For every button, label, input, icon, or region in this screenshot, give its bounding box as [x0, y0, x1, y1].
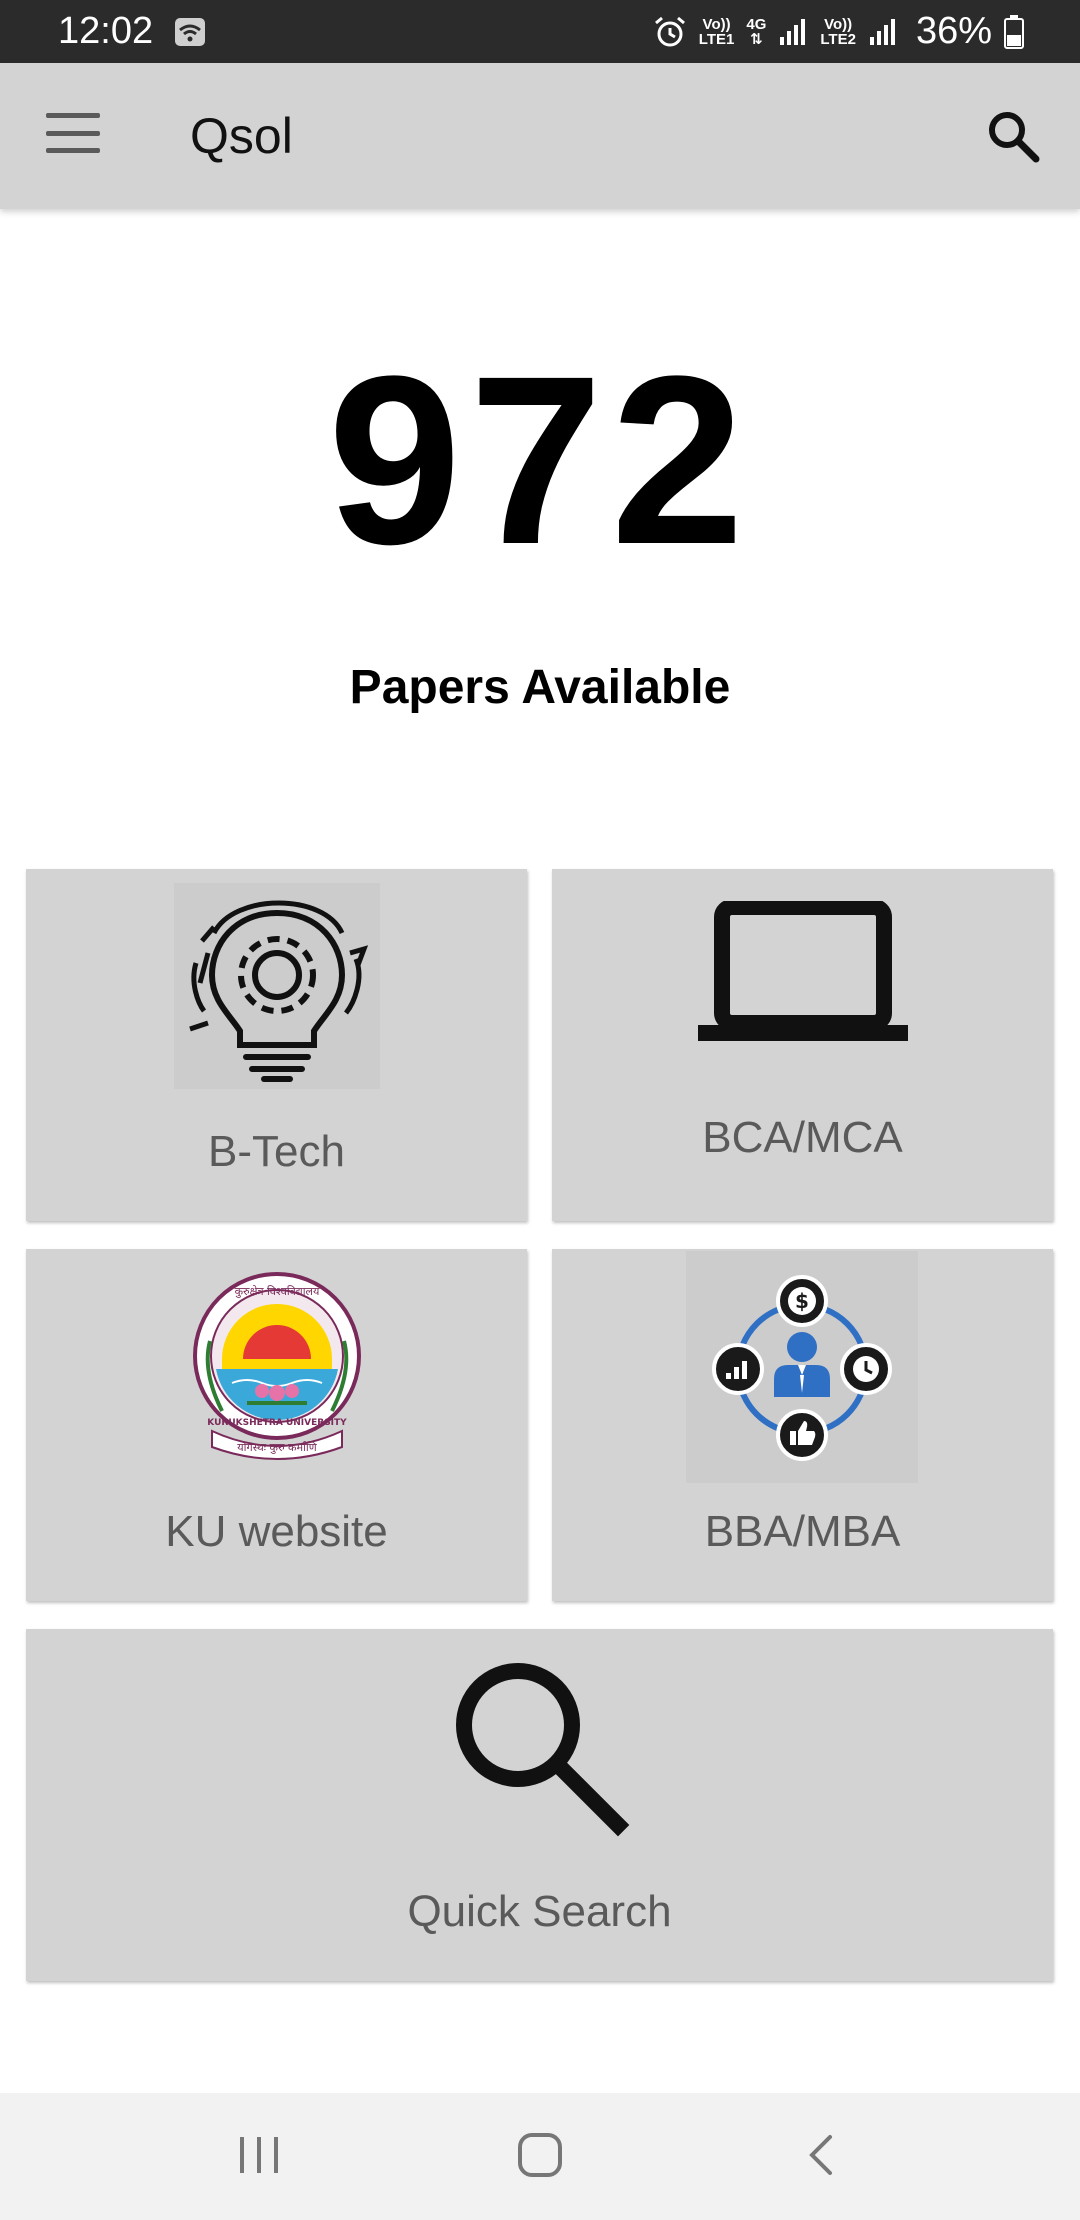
sim1-indicator: Vo)) LTE1 — [698, 15, 735, 48]
battery-percent: 36% — [915, 10, 992, 52]
recent-apps-icon[interactable] — [236, 2133, 282, 2177]
signal-icon — [780, 18, 806, 45]
search-icon — [456, 1663, 630, 1837]
svg-text:$: $ — [795, 1289, 809, 1313]
system-nav-bar — [0, 2093, 1080, 2220]
back-icon[interactable] — [800, 2133, 844, 2177]
lightbulb-gear-icon — [174, 883, 380, 1089]
sim2-indicator: Vo)) LTE2 — [820, 15, 856, 48]
tile-label: Quick Search — [407, 1887, 672, 1936]
papers-count: 972 — [327, 326, 753, 594]
home-icon[interactable] — [516, 2131, 564, 2179]
alarm-icon — [654, 16, 685, 46]
tile-label: BBA/MBA — [704, 1507, 901, 1556]
tile-label: KU website — [165, 1507, 388, 1556]
search-icon[interactable] — [986, 109, 1040, 163]
signal-icon — [869, 18, 895, 45]
battery-icon — [1004, 14, 1024, 49]
tile-bba-mba[interactable]: $ BBA/MBA — [552, 1249, 1053, 1601]
app-bar: Qsol — [0, 63, 1080, 209]
hamburger-menu-icon[interactable] — [46, 113, 100, 153]
tile-label: BCA/MCA — [702, 1113, 903, 1162]
tile-bca-mca[interactable]: BCA/MCA — [552, 869, 1053, 1221]
tile-ku-website[interactable]: योगस्थः कुरु कर्माणि कुरुक्षेत्र विश्ववि… — [26, 1249, 527, 1601]
tile-label: B-Tech — [208, 1127, 345, 1176]
tile-btech[interactable]: B-Tech — [26, 869, 527, 1221]
status-bar: 12:02 Vo)) LTE1 4G ⇅ Vo)) LTE2 36% — [0, 0, 1080, 63]
ku-motto: योगस्थः कुरु कर्माणि — [237, 1441, 317, 1454]
app-title: Qsol — [190, 108, 293, 164]
wifi-icon — [175, 17, 206, 46]
ku-ring-text: KURUKSHETRA UNIVERSITY — [207, 1418, 347, 1428]
kurukshetra-university-logo: योगस्थः कुरु कर्माणि कुरुक्षेत्र विश्ववि… — [193, 1272, 361, 1460]
tile-quick-search[interactable]: Quick Search — [26, 1629, 1053, 1981]
network-type: 4G ⇅ — [746, 15, 767, 48]
laptop-icon — [698, 901, 908, 1041]
papers-count-label: Papers Available — [349, 661, 731, 714]
ku-top-text: कुरुक्षेत्र विश्वविद्यालय — [235, 1285, 320, 1298]
business-person-icon: $ — [686, 1251, 918, 1483]
status-time: 12:02 — [58, 10, 154, 52]
